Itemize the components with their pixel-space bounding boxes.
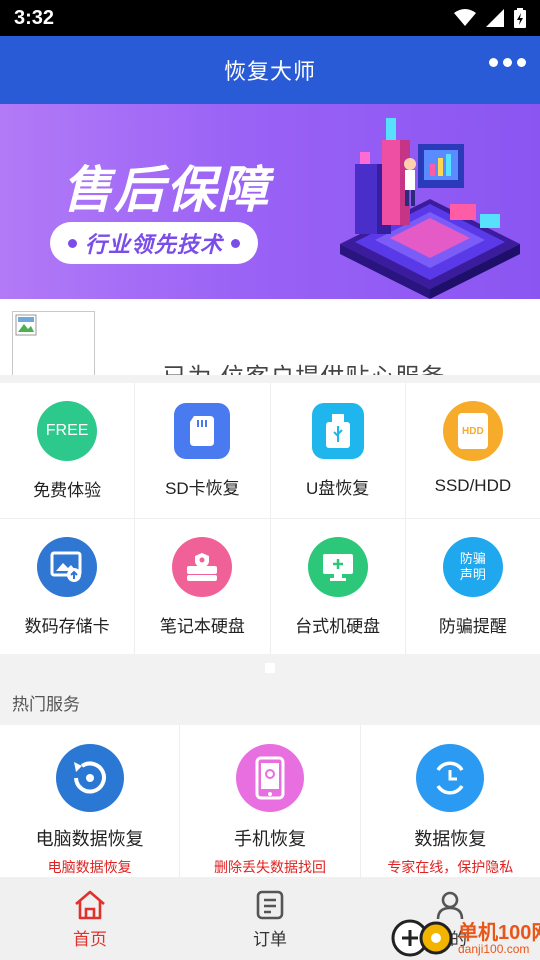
category-label: 笔记本硬盘 bbox=[159, 617, 245, 636]
watermark: 单机100网 danji100.com bbox=[390, 912, 540, 960]
category-free-trial[interactable]: FREE 免费体验 bbox=[0, 383, 135, 518]
category-anti-fraud[interactable]: 防骗 声明 防骗提醒 bbox=[405, 519, 540, 654]
tab-label: 首页 bbox=[73, 930, 107, 949]
hdd-icon: HDD bbox=[442, 401, 503, 461]
monitor-icon bbox=[307, 537, 368, 597]
banner-pill: 行业领先技术 bbox=[50, 222, 258, 264]
category-label: 免费体验 bbox=[33, 481, 102, 500]
broken-image bbox=[12, 311, 95, 375]
anti-fraud-icon-text: 防骗 bbox=[459, 551, 486, 566]
wifi-icon bbox=[454, 9, 476, 26]
tab-home[interactable]: 首页 bbox=[0, 877, 180, 960]
promo-banner[interactable]: 售后保障 行业领先技术 bbox=[0, 104, 540, 299]
server-platform-illustration bbox=[340, 118, 520, 299]
category-ssd-hdd[interactable]: HDD SSD/HDD bbox=[405, 383, 540, 518]
tab-orders[interactable]: 订单 bbox=[180, 877, 360, 960]
notice-text: 。 已为 位客户提供贴心服务 bbox=[130, 357, 445, 375]
service-subtitle: 电脑数据恢复 bbox=[47, 859, 132, 875]
service-phone-recovery[interactable]: 手机恢复 删除丢失数据找回 bbox=[180, 725, 360, 877]
service-data-recovery[interactable]: 数据恢复 专家在线，保护隐私 bbox=[360, 725, 540, 877]
more-menu-button[interactable] bbox=[489, 58, 526, 67]
disk-shield-icon bbox=[172, 537, 233, 597]
more-dot-icon bbox=[503, 58, 512, 67]
category-label: 防骗提醒 bbox=[438, 617, 507, 636]
signal-icon bbox=[486, 9, 504, 27]
disk-restore-glyph bbox=[73, 761, 106, 794]
pager-dot[interactable] bbox=[265, 663, 275, 673]
banner-title: 售后保障 bbox=[62, 162, 270, 218]
category-desktop-disk[interactable]: 台式机硬盘 bbox=[270, 519, 405, 654]
service-subtitle: 删除丢失数据找回 bbox=[213, 859, 326, 875]
battery-icon bbox=[514, 8, 526, 28]
usb-glyph bbox=[325, 414, 350, 448]
service-pc-recovery[interactable]: 电脑数据恢复 电脑数据恢复 bbox=[0, 725, 180, 877]
anti-fraud-icon: 防骗 声明 bbox=[442, 537, 503, 597]
disk-shield-glyph bbox=[187, 553, 218, 581]
section-title-hot: 热门服务 bbox=[12, 695, 80, 714]
photo-upload-icon bbox=[37, 537, 98, 597]
free-icon: FREE bbox=[37, 401, 98, 461]
watermark-url: danji100.com bbox=[458, 942, 530, 956]
service-name: 数据恢复 bbox=[414, 829, 487, 849]
hot-services: 电脑数据恢复 电脑数据恢复 手机恢复 删除丢失数据找回 数据恢复 专家在线，保护… bbox=[0, 725, 540, 877]
category-laptop-disk[interactable]: 笔记本硬盘 bbox=[135, 519, 270, 654]
clock-refresh-icon bbox=[416, 744, 485, 812]
status-time: 3:32 bbox=[14, 6, 55, 29]
status-icons bbox=[454, 8, 526, 28]
photo-glyph bbox=[50, 551, 82, 582]
watermark-text: 单机100网 bbox=[458, 922, 540, 944]
category-grid: FREE 免费体验 SD卡恢复 U盘恢复 HDD SSD/HDD 数码存储卡 笔… bbox=[0, 383, 540, 654]
usb-drive-icon bbox=[311, 403, 364, 459]
status-bar: 3:32 bbox=[0, 0, 540, 36]
service-name: 电脑数据恢复 bbox=[35, 829, 144, 849]
tab-label: 订单 bbox=[253, 930, 287, 949]
more-dot-icon bbox=[517, 58, 526, 67]
home-icon bbox=[75, 890, 105, 920]
phone-icon bbox=[235, 744, 304, 812]
free-icon-text: FREE bbox=[45, 422, 89, 439]
broken-image-icon bbox=[15, 314, 37, 336]
hdd-icon-text: HDD bbox=[462, 425, 484, 437]
sd-card-glyph bbox=[190, 416, 215, 446]
category-label: SSD/HDD bbox=[434, 476, 512, 495]
sd-card-icon bbox=[174, 403, 231, 459]
category-label: 数码存储卡 bbox=[24, 617, 110, 636]
pill-dot-left bbox=[67, 238, 77, 248]
category-label: SD卡恢复 bbox=[165, 479, 240, 498]
hdd-glyph: HDD bbox=[457, 413, 488, 449]
pill-dot-right bbox=[231, 238, 240, 248]
monitor-glyph bbox=[322, 554, 353, 581]
service-name: 手机恢复 bbox=[233, 829, 306, 849]
category-label: U盘恢复 bbox=[305, 479, 370, 498]
clock-refresh-glyph bbox=[436, 761, 464, 795]
category-sd-card[interactable]: SD卡恢复 bbox=[135, 383, 270, 518]
notice-bar: 。 已为 位客户提供贴心服务 bbox=[0, 299, 540, 375]
banner-pill-text: 行业领先技术 bbox=[84, 232, 223, 257]
disk-restore-icon bbox=[55, 744, 124, 812]
app-header: 恢复大师 bbox=[0, 36, 540, 104]
category-label: 台式机硬盘 bbox=[295, 617, 381, 636]
category-usb-drive[interactable]: U盘恢复 bbox=[270, 383, 405, 518]
phone-glyph bbox=[255, 756, 285, 800]
anti-fraud-icon-text: 声明 bbox=[459, 567, 486, 582]
category-digital-storage[interactable]: 数码存储卡 bbox=[0, 519, 135, 654]
grid-pager bbox=[0, 654, 540, 682]
more-dot-icon bbox=[489, 58, 498, 67]
page-title: 恢复大师 bbox=[223, 59, 316, 84]
watermark-logo-icon bbox=[391, 919, 453, 957]
service-subtitle: 专家在线，保护隐私 bbox=[387, 859, 514, 875]
order-icon bbox=[256, 890, 284, 920]
